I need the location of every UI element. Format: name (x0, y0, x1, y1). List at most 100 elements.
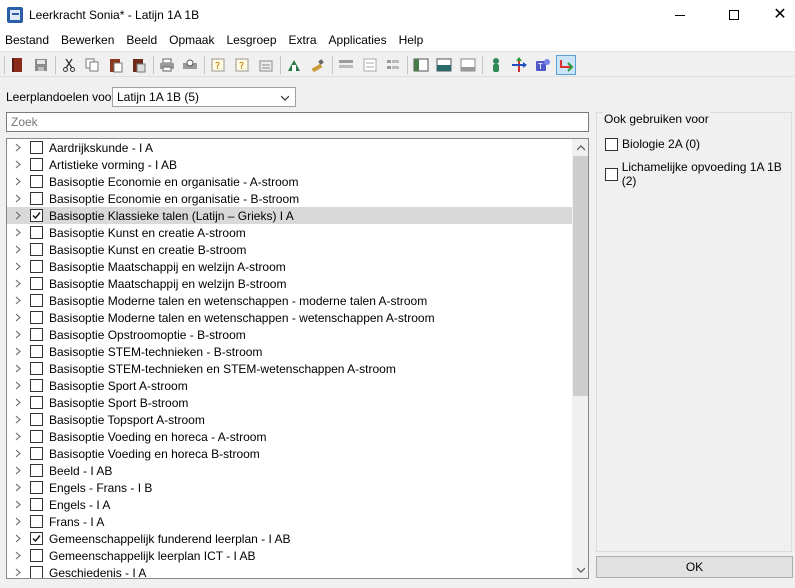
scroll-thumb[interactable] (573, 156, 588, 396)
layout-button[interactable] (411, 55, 431, 75)
also-use-item[interactable]: Biologie 2A (0) (605, 137, 700, 151)
expand-button[interactable] (9, 564, 27, 578)
checkbox[interactable] (30, 515, 43, 528)
teams-button[interactable]: T (533, 55, 553, 75)
checkbox[interactable] (30, 192, 43, 205)
checkbox[interactable] (30, 243, 43, 256)
menu-applicaties[interactable]: Applicaties (323, 30, 393, 51)
link-button[interactable] (556, 55, 576, 75)
tree-item[interactable]: Basisoptie Economie en organisatie - B-s… (7, 190, 572, 207)
expand-button[interactable] (9, 241, 27, 258)
tree-item[interactable]: Artistieke vorming - I AB (7, 156, 572, 173)
tree-item[interactable]: Basisoptie Sport A-stroom (7, 377, 572, 394)
checkbox[interactable] (30, 311, 43, 324)
checkbox[interactable] (30, 158, 43, 171)
menu-extra[interactable]: Extra (283, 30, 323, 51)
move-button[interactable] (509, 55, 529, 75)
checkbox[interactable] (30, 464, 43, 477)
expand-button[interactable] (9, 258, 27, 275)
checkbox[interactable] (30, 209, 43, 222)
list-button[interactable] (336, 55, 356, 75)
expand-button[interactable] (9, 156, 27, 173)
menu-bewerken[interactable]: Bewerken (55, 30, 120, 51)
checkbox[interactable] (30, 532, 43, 545)
menu-lesgroep[interactable]: Lesgroep (220, 30, 282, 51)
tree-item[interactable]: Basisoptie Kunst en creatie B-stroom (7, 241, 572, 258)
copy-button[interactable] (82, 55, 102, 75)
tree-item[interactable]: Geschiedenis - I A (7, 564, 572, 578)
print-preview-button[interactable] (180, 55, 200, 75)
checkbox[interactable] (30, 226, 43, 239)
tree-item[interactable]: Aardrijkskunde - I A (7, 139, 572, 156)
checkbox[interactable] (30, 141, 43, 154)
expand-button[interactable] (9, 173, 27, 190)
expand-button[interactable] (9, 496, 27, 513)
expand-button[interactable] (9, 411, 27, 428)
menu-opmaak[interactable]: Opmaak (163, 30, 220, 51)
also-use-item[interactable]: Lichamelijke opvoeding 1A 1B (2) (605, 160, 795, 188)
expand-button[interactable] (9, 547, 27, 564)
expand-button[interactable] (9, 394, 27, 411)
checkbox[interactable] (30, 566, 43, 578)
close-button[interactable]: ✕ (757, 0, 795, 30)
checkbox[interactable] (30, 379, 43, 392)
expand-button[interactable] (9, 326, 27, 343)
print-button[interactable] (157, 55, 177, 75)
menu-help[interactable]: Help (393, 30, 430, 51)
paste-special-button[interactable] (129, 55, 149, 75)
expand-button[interactable] (9, 360, 27, 377)
checkbox[interactable] (30, 260, 43, 273)
expand-button[interactable] (9, 462, 27, 479)
tree-item[interactable]: Beeld - I AB (7, 462, 572, 479)
checkbox[interactable] (605, 167, 618, 181)
list-outline-button[interactable] (360, 55, 380, 75)
checkbox[interactable] (605, 137, 618, 151)
tree-item[interactable]: Basisoptie Maatschappij en welzijn A-str… (7, 258, 572, 275)
list-indent-button[interactable] (383, 55, 403, 75)
tree-item[interactable]: Basisoptie Sport B-stroom (7, 394, 572, 411)
cut-button[interactable] (59, 55, 79, 75)
person-button[interactable] (486, 55, 506, 75)
expand-button[interactable] (9, 190, 27, 207)
vertical-scrollbar[interactable] (572, 139, 588, 578)
tree-item[interactable]: Basisoptie Economie en organisatie - A-s… (7, 173, 572, 190)
paste-button[interactable] (106, 55, 126, 75)
checkbox[interactable] (30, 430, 43, 443)
expand-button[interactable] (9, 445, 27, 462)
menu-bestand[interactable]: Bestand (0, 30, 55, 51)
maximize-button[interactable] (711, 0, 757, 30)
search-input[interactable]: Zoek (6, 112, 589, 132)
expand-button[interactable] (9, 224, 27, 241)
expand-button[interactable] (9, 292, 27, 309)
expand-button[interactable] (9, 207, 27, 224)
layout-split-button[interactable] (434, 55, 454, 75)
book-button[interactable] (7, 55, 27, 75)
checkbox[interactable] (30, 396, 43, 409)
scroll-up-button[interactable] (572, 139, 588, 156)
lesgroep-dropdown[interactable]: Latijn 1A 1B (5) (112, 87, 296, 107)
import-button[interactable] (284, 55, 304, 75)
checkbox[interactable] (30, 294, 43, 307)
tree-item[interactable]: Frans - I A (7, 513, 572, 530)
tree-item[interactable]: Basisoptie Topsport A-stroom (7, 411, 572, 428)
checkbox[interactable] (30, 481, 43, 494)
tree-item[interactable]: Basisoptie Moderne talen en wetenschappe… (7, 292, 572, 309)
checkbox[interactable] (30, 549, 43, 562)
checkbox[interactable] (30, 413, 43, 426)
expand-button[interactable] (9, 513, 27, 530)
ok-button[interactable]: OK (596, 556, 793, 578)
layout-bottom-button[interactable] (458, 55, 478, 75)
expand-button[interactable] (9, 275, 27, 292)
tree-item[interactable]: Basisoptie STEM-technieken en STEM-weten… (7, 360, 572, 377)
tree-item[interactable]: Gemeenschappelijk funderend leerplan - I… (7, 530, 572, 547)
brush-button[interactable] (308, 55, 328, 75)
tree-item[interactable]: Basisoptie STEM-technieken - B-stroom (7, 343, 572, 360)
menu-beeld[interactable]: Beeld (120, 30, 163, 51)
checkbox[interactable] (30, 345, 43, 358)
scroll-down-button[interactable] (572, 561, 588, 578)
minimize-button[interactable] (657, 0, 703, 30)
expand-button[interactable] (9, 479, 27, 496)
checkbox[interactable] (30, 362, 43, 375)
tree-item[interactable]: Basisoptie Moderne talen en wetenschappe… (7, 309, 572, 326)
checkbox[interactable] (30, 277, 43, 290)
